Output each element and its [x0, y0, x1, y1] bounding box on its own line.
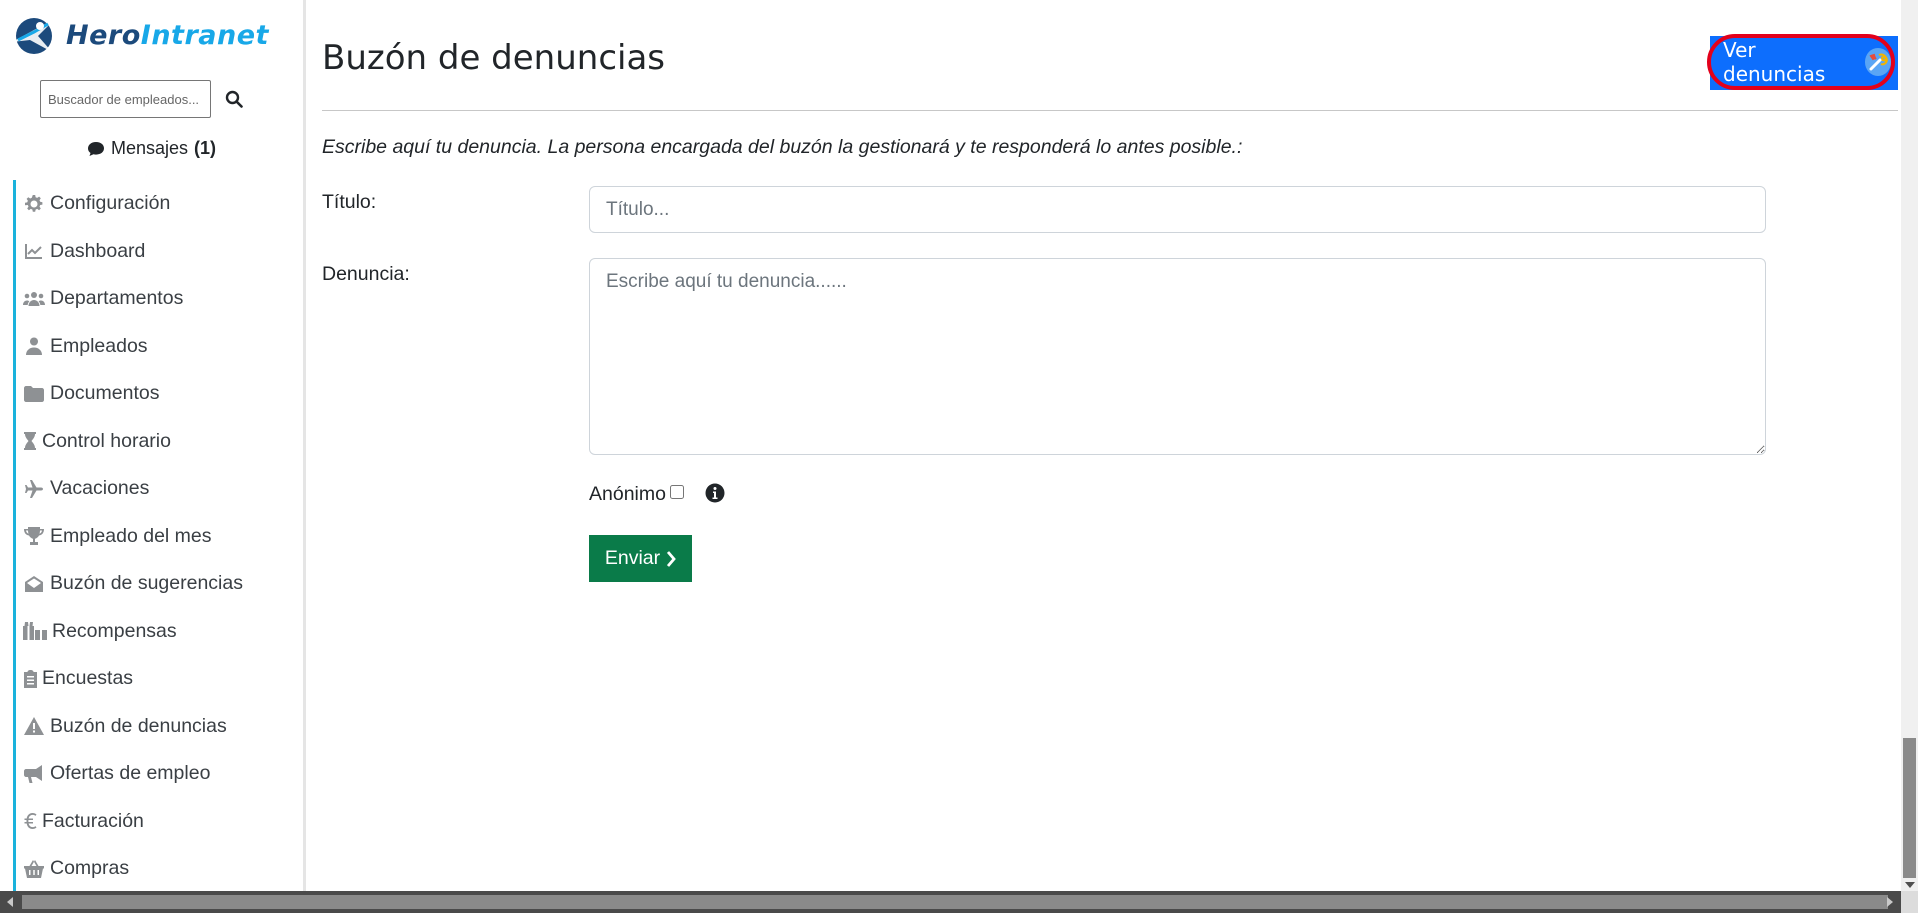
sidebar-item-control-horario[interactable]: Control horario: [16, 418, 303, 466]
brand-intranet: Intranet: [140, 19, 269, 51]
sidebar-item-label: Recompensas: [52, 619, 177, 642]
anonymous-option: Anónimo: [589, 483, 725, 506]
brand-hero: Hero: [66, 19, 141, 51]
employee-search-input[interactable]: [40, 80, 211, 118]
anonymous-checkbox[interactable]: [669, 484, 684, 499]
vertical-scrollbar[interactable]: [1901, 0, 1918, 891]
sidebar-item-compras[interactable]: Compras: [16, 845, 303, 891]
sidebar-item-vacaciones[interactable]: Vacaciones: [16, 465, 303, 513]
sidebar-item-label: Empleado del mes: [50, 524, 212, 547]
denuncia-textarea[interactable]: [589, 258, 1766, 455]
sidebar-item-label: Documentos: [50, 382, 160, 405]
sidebar-item-departamentos[interactable]: Departamentos: [16, 275, 303, 323]
scrollbar-corner: [1901, 891, 1918, 913]
scroll-left-icon[interactable]: [7, 897, 13, 907]
main-content: Buzón de denuncias Ver denuncias Escribe…: [322, 0, 1898, 891]
title-input[interactable]: [589, 186, 1766, 233]
warning-icon: [23, 715, 45, 737]
users-icon: [23, 288, 45, 310]
horizontal-scroll-thumb[interactable]: [22, 895, 1888, 909]
search-icon[interactable]: [223, 88, 245, 110]
submit-label: Enviar: [604, 547, 661, 569]
horizontal-scrollbar[interactable]: [0, 891, 1918, 913]
page-title: Buzón de denuncias: [322, 38, 666, 78]
sidebar-item-empleado-del-mes[interactable]: Empleado del mes: [16, 513, 303, 561]
ver-denuncias-button[interactable]: Ver denuncias: [1707, 34, 1895, 90]
denuncia-label: Denuncia:: [322, 263, 410, 285]
sidebar-item-label: Encuestas: [42, 667, 134, 690]
intro-text: Escribe aquí tu denuncia. La persona enc…: [322, 136, 1243, 158]
sidebar-item-label: Dashboard: [50, 239, 146, 262]
sidebar-item-label: Departamentos: [50, 287, 184, 310]
user-icon: [23, 335, 45, 357]
info-icon[interactable]: [705, 483, 725, 503]
messages-link[interactable]: Mensajes (1): [0, 138, 303, 159]
folder-icon: [23, 383, 45, 405]
basket-icon: [23, 858, 45, 880]
sidebar-item-documentos[interactable]: Documentos: [16, 370, 303, 418]
sidebar-item-label: Buzón de denuncias: [50, 714, 227, 737]
gifts-icon: [23, 620, 47, 642]
vertical-scroll-thumb[interactable]: [1903, 738, 1916, 878]
envelope-open-icon: [23, 573, 45, 595]
sidebar-item-buzon-denuncias[interactable]: Buzón de denuncias: [16, 703, 303, 751]
bullhorn-icon: [23, 763, 45, 785]
sidebar-item-label: Facturación: [42, 809, 144, 832]
hero-logo-icon: [12, 18, 56, 54]
trophy-icon: [23, 525, 45, 547]
sidebar-item-label: Configuración: [50, 192, 171, 215]
header-divider: [322, 110, 1898, 111]
hourglass-icon: [23, 430, 37, 452]
comment-icon: [87, 141, 104, 156]
scroll-down-icon[interactable]: [1905, 882, 1915, 888]
submit-button[interactable]: Enviar: [589, 535, 692, 582]
sidebar-item-configuracion[interactable]: Configuración: [16, 180, 303, 228]
messages-label: Mensajes: [110, 138, 189, 158]
sidebar-item-label: Vacaciones: [50, 477, 150, 500]
employee-search: [40, 80, 245, 118]
sidebar-item-buzon-sugerencias[interactable]: Buzón de sugerencias: [16, 560, 303, 608]
gear-icon: [23, 193, 45, 215]
sidebar-item-dashboard[interactable]: Dashboard: [16, 228, 303, 276]
sidebar-item-facturacion[interactable]: Facturación: [16, 798, 303, 846]
messages-count: (1): [194, 138, 217, 158]
euro-icon: [23, 810, 37, 832]
title-label: Título:: [322, 191, 377, 213]
sidebar-item-empleados[interactable]: Empleados: [16, 323, 303, 371]
brand-name: HeroIntranet: [66, 20, 269, 51]
chart-line-icon: [23, 240, 45, 262]
sidebar: HeroIntranet Mensajes (1) Configuración …: [0, 0, 306, 891]
sidebar-item-label: Ofertas de empleo: [50, 762, 211, 785]
anonymous-label: Anónimo: [589, 483, 666, 505]
sidebar-item-label: Empleados: [50, 334, 148, 357]
clipboard-list-icon: [23, 668, 37, 690]
brand-logo[interactable]: HeroIntranet: [8, 12, 269, 58]
sidebar-item-recompensas[interactable]: Recompensas: [16, 608, 303, 656]
sidebar-item-encuestas[interactable]: Encuestas: [16, 655, 303, 703]
ver-denuncias-label: Ver denuncias: [1723, 38, 1826, 86]
sidebar-item-label: Control horario: [42, 429, 171, 452]
sidebar-nav: Configuración Dashboard Departamentos Em…: [13, 180, 303, 891]
sidebar-item-label: Buzón de sugerencias: [50, 572, 243, 595]
tools-icon: [1864, 48, 1891, 76]
sidebar-item-ofertas-empleo[interactable]: Ofertas de empleo: [16, 750, 303, 798]
chevron-right-icon: [667, 550, 676, 567]
scroll-right-icon[interactable]: [1887, 897, 1893, 907]
sidebar-item-label: Compras: [50, 857, 130, 880]
plane-icon: [23, 478, 45, 500]
